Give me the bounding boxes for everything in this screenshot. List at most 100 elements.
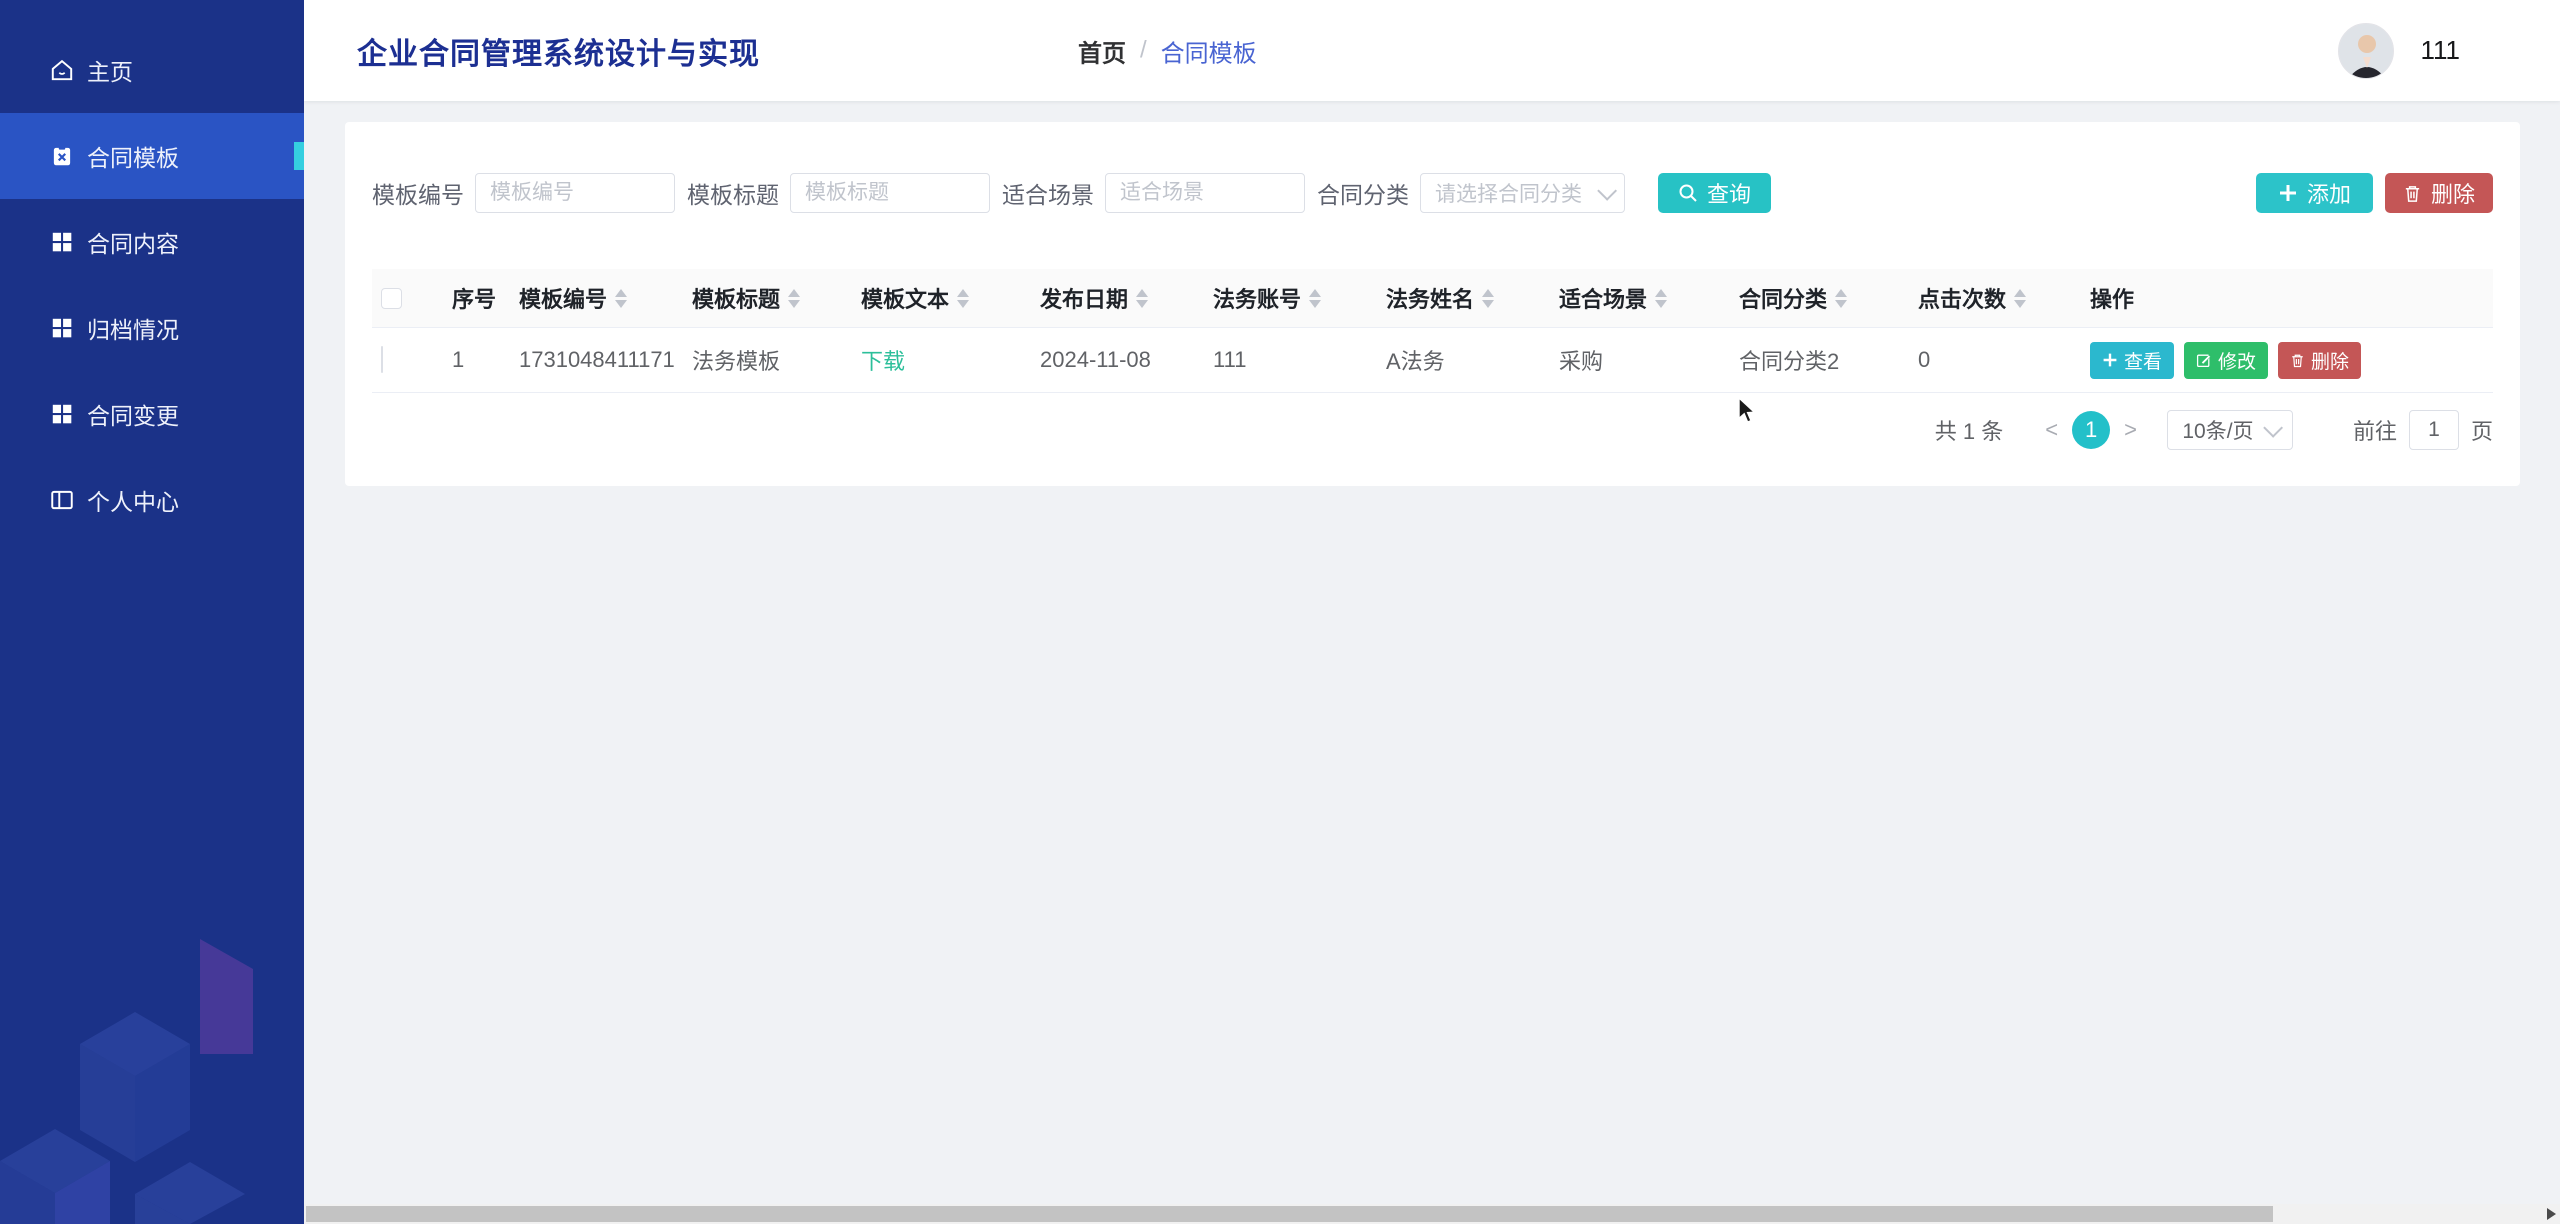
horizontal-scrollbar[interactable] — [304, 1204, 2560, 1224]
search-icon — [1678, 183, 1698, 203]
filter-template-title: 模板标题 — [687, 173, 990, 213]
template-title-input[interactable] — [790, 173, 990, 213]
column-label: 模板编号 — [519, 282, 607, 314]
top-header: 企业合同管理系统设计与实现 首页 / 合同模板 111 — [304, 0, 2560, 101]
column-label: 模板标题 — [692, 282, 780, 314]
prev-page-button[interactable]: < — [2031, 417, 2072, 443]
cell-publish-date: 2024-11-08 — [1040, 347, 1213, 373]
header-cell-clicks[interactable]: 点击次数 — [1918, 282, 2090, 314]
header-cell-publish-date[interactable]: 发布日期 — [1040, 282, 1213, 314]
filter-label: 模板标题 — [687, 176, 779, 210]
sidebar-item-label: 个人中心 — [87, 483, 179, 517]
breadcrumb-home[interactable]: 首页 — [1078, 33, 1126, 68]
filter-label: 适合场景 — [1002, 176, 1094, 210]
sort-icon[interactable] — [1136, 289, 1148, 308]
header-cell-scenario[interactable]: 适合场景 — [1559, 282, 1739, 314]
scrollbar-right-arrow[interactable] — [2547, 1208, 2556, 1220]
download-link[interactable]: 下载 — [861, 349, 905, 374]
scrollbar-thumb[interactable] — [306, 1206, 2273, 1222]
sidebar-item-label: 归档情况 — [87, 311, 179, 345]
search-button-label: 查询 — [1707, 177, 1751, 209]
filter-label: 模板编号 — [372, 176, 464, 210]
sidebar-item-archive-status[interactable]: 归档情况 — [0, 285, 304, 371]
sidebar-decoration-cubes — [0, 904, 304, 1224]
sort-icon[interactable] — [957, 289, 969, 308]
top-actions: 添加 删除 — [2256, 173, 2493, 213]
avatar[interactable] — [2338, 23, 2394, 79]
sort-icon[interactable] — [1655, 289, 1667, 308]
sidebar: 主页 合同模板 合同内容 归档情况 — [0, 0, 304, 1224]
sort-icon[interactable] — [1835, 289, 1847, 308]
cell-template-no: 1731048411171 — [519, 347, 692, 373]
page-size-select[interactable]: 10条/页 — [2167, 410, 2293, 450]
main-area: 企业合同管理系统设计与实现 首页 / 合同模板 111 模板编号 — [304, 0, 2560, 1224]
cell-scenario: 采购 — [1559, 344, 1739, 376]
sidebar-item-home[interactable]: 主页 — [0, 27, 304, 113]
sidebar-item-personal-center[interactable]: 个人中心 — [0, 457, 304, 543]
cell-template-title: 法务模板 — [692, 344, 861, 376]
add-button[interactable]: 添加 — [2256, 173, 2373, 213]
cell-checkbox — [372, 347, 452, 373]
sidebar-item-contract-template[interactable]: 合同模板 — [0, 113, 304, 199]
column-label: 法务账号 — [1213, 282, 1301, 314]
pagination-total: 共 1 条 — [1935, 414, 2003, 446]
sort-icon[interactable] — [1309, 289, 1321, 308]
header-cell-legal-name[interactable]: 法务姓名 — [1386, 282, 1559, 314]
filter-category: 合同分类 请选择合同分类 — [1317, 173, 1625, 213]
delete-button-label: 删除 — [2431, 177, 2475, 209]
trash-icon — [2403, 184, 2422, 203]
breadcrumb-separator: / — [1140, 37, 1147, 65]
chevron-down-icon — [2263, 418, 2283, 438]
header-cell-actions: 操作 — [2090, 282, 2493, 314]
category-select-placeholder: 请选择合同分类 — [1435, 178, 1582, 208]
sidebar-item-contract-content[interactable]: 合同内容 — [0, 199, 304, 285]
sort-icon[interactable] — [788, 289, 800, 308]
filter-label: 合同分类 — [1317, 176, 1409, 210]
search-button[interactable]: 查询 — [1658, 173, 1771, 213]
table-header-row: 序号 模板编号 模板标题 模板文本 发布日期 法务账号 法务姓名 适合场景 合同… — [372, 269, 2493, 328]
view-button[interactable]: 查看 — [2090, 342, 2174, 379]
view-button-label: 查看 — [2124, 347, 2162, 374]
category-select[interactable]: 请选择合同分类 — [1420, 173, 1625, 213]
header-cell-index: 序号 — [452, 282, 519, 314]
column-label: 点击次数 — [1918, 282, 2006, 314]
header-cell-template-title[interactable]: 模板标题 — [692, 282, 861, 314]
select-all-checkbox[interactable] — [381, 288, 402, 309]
header-cell-template-no[interactable]: 模板编号 — [519, 282, 692, 314]
grid-icon — [49, 229, 75, 255]
filter-template-no: 模板编号 — [372, 173, 675, 213]
sort-icon[interactable] — [2014, 289, 2026, 308]
row-delete-button[interactable]: 删除 — [2278, 342, 2361, 379]
sidebar-item-label: 合同模板 — [87, 139, 179, 173]
column-label: 模板文本 — [861, 282, 949, 314]
breadcrumb-current: 合同模板 — [1161, 33, 1257, 68]
template-no-input[interactable] — [475, 173, 675, 213]
header-cell-checkbox — [372, 288, 452, 309]
header-cell-category[interactable]: 合同分类 — [1739, 282, 1918, 314]
column-label: 适合场景 — [1559, 282, 1647, 314]
next-page-button[interactable]: > — [2110, 417, 2151, 443]
page-number-active[interactable]: 1 — [2072, 411, 2110, 449]
sidebar-item-label: 合同变更 — [87, 397, 179, 431]
header-cell-legal-account[interactable]: 法务账号 — [1213, 282, 1386, 314]
row-checkbox[interactable] — [381, 346, 383, 373]
scenario-input[interactable] — [1105, 173, 1305, 213]
cell-legal-account: 111 — [1213, 347, 1386, 373]
username[interactable]: 111 — [2420, 35, 2460, 66]
sidebar-item-contract-change[interactable]: 合同变更 — [0, 371, 304, 457]
goto-label: 前往 — [2353, 414, 2397, 446]
cell-category: 合同分类2 — [1739, 344, 1918, 376]
sort-icon[interactable] — [1482, 289, 1494, 308]
goto-page-input[interactable] — [2409, 410, 2459, 450]
column-label: 序号 — [452, 282, 496, 314]
row-delete-button-label: 删除 — [2311, 347, 2349, 374]
content-card: 模板编号 模板标题 适合场景 合同分类 请选择合同分类 — [345, 122, 2520, 486]
trash-icon — [2290, 353, 2305, 368]
user-box: 111 — [2338, 23, 2460, 79]
edit-button[interactable]: 修改 — [2184, 342, 2268, 379]
delete-button[interactable]: 删除 — [2385, 173, 2493, 213]
sort-icon[interactable] — [615, 289, 627, 308]
panel-icon — [49, 487, 75, 513]
header-cell-template-text[interactable]: 模板文本 — [861, 282, 1040, 314]
app-window: 主页 合同模板 合同内容 归档情况 — [0, 0, 2560, 1224]
